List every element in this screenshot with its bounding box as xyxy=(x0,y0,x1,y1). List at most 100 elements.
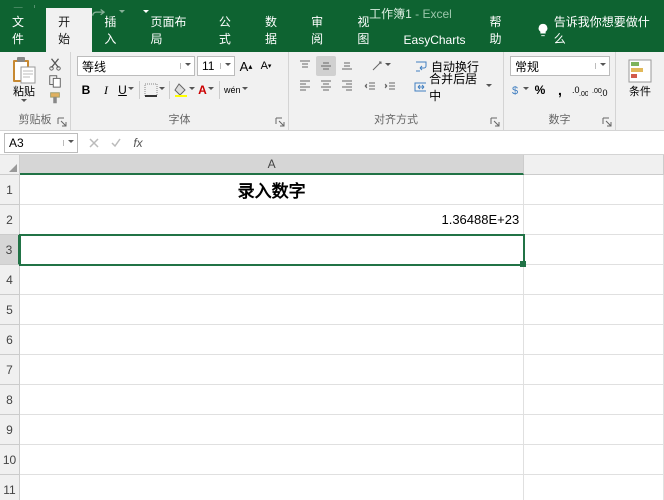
align-top-button[interactable] xyxy=(295,56,315,76)
font-dialog-launcher[interactable] xyxy=(274,116,286,128)
row-header-8[interactable]: 8 xyxy=(0,385,20,415)
redo-menu[interactable] xyxy=(111,2,133,24)
row-header-10[interactable]: 10 xyxy=(0,445,20,475)
name-box[interactable]: A3 xyxy=(4,133,78,153)
cell-a4[interactable] xyxy=(20,265,524,295)
chevron-down-icon[interactable] xyxy=(63,140,77,146)
number-label: 数字 xyxy=(510,110,609,128)
cond-format-icon xyxy=(625,56,655,86)
chevron-down-icon[interactable] xyxy=(220,63,234,69)
cell-b4[interactable] xyxy=(524,265,664,295)
cell-a6[interactable] xyxy=(20,325,524,355)
italic-button[interactable]: I xyxy=(97,80,115,100)
comma-button[interactable]: , xyxy=(551,80,569,100)
underline-button[interactable]: U xyxy=(117,80,135,100)
tab-view[interactable]: 视图 xyxy=(345,8,391,52)
tab-home[interactable]: 开始 xyxy=(46,8,92,52)
format-painter-button[interactable] xyxy=(46,90,64,106)
chevron-down-icon[interactable] xyxy=(180,63,194,69)
insert-function-button[interactable]: fx xyxy=(128,133,148,153)
align-left-button[interactable] xyxy=(295,75,315,95)
increase-indent-button[interactable] xyxy=(381,77,399,97)
align-middle-button[interactable] xyxy=(316,56,336,76)
align-right-button[interactable] xyxy=(337,75,357,95)
cut-button[interactable] xyxy=(46,56,64,72)
font-color-button[interactable]: A xyxy=(197,80,215,100)
number-format-combo[interactable]: 常规 xyxy=(510,56,610,76)
cell-b10[interactable] xyxy=(524,445,664,475)
increase-font-button[interactable]: A▴ xyxy=(237,56,255,76)
cell-b9[interactable] xyxy=(524,415,664,445)
tab-data[interactable]: 数据 xyxy=(253,8,299,52)
orientation-button[interactable] xyxy=(361,56,399,76)
merge-center-button[interactable]: 合并后居中 xyxy=(409,77,497,97)
row-header-11[interactable]: 11 xyxy=(0,475,20,500)
align-bottom-button[interactable] xyxy=(337,56,357,76)
conditional-formatting-button[interactable]: 条件 xyxy=(622,56,658,98)
percent-button[interactable]: % xyxy=(531,80,549,100)
row-header-1[interactable]: 1 xyxy=(0,175,20,205)
row-header-4[interactable]: 4 xyxy=(0,265,20,295)
formula-input[interactable] xyxy=(154,133,664,153)
cell-b1[interactable] xyxy=(524,175,664,205)
font-size-value: 11 xyxy=(198,59,220,73)
cell-a3[interactable] xyxy=(20,235,524,265)
number-dialog-launcher[interactable] xyxy=(601,116,613,128)
cell-b7[interactable] xyxy=(524,355,664,385)
row-header-5[interactable]: 5 xyxy=(0,295,20,325)
phonetic-button[interactable]: wén xyxy=(224,80,248,100)
tab-formulas[interactable]: 公式 xyxy=(207,8,253,52)
decrease-font-button[interactable]: A▾ xyxy=(257,56,275,76)
title-sep: - xyxy=(412,7,423,21)
row-header-2[interactable]: 2 xyxy=(0,205,20,235)
row-header-7[interactable]: 7 xyxy=(0,355,20,385)
cell-a5[interactable] xyxy=(20,295,524,325)
cell-b5[interactable] xyxy=(524,295,664,325)
fill-color-button[interactable] xyxy=(174,80,195,100)
col-header-b[interactable] xyxy=(524,155,664,175)
select-all-button[interactable] xyxy=(0,155,20,175)
spreadsheet-grid[interactable]: A 1 2 3 4 5 6 7 8 9 10 11 录入数字 1.36488E+… xyxy=(0,155,664,500)
tab-easycharts[interactable]: EasyCharts xyxy=(392,28,478,52)
cell-a7[interactable] xyxy=(20,355,524,385)
alignment-dialog-launcher[interactable] xyxy=(489,116,501,128)
tab-page-layout[interactable]: 页面布局 xyxy=(139,8,207,52)
cell-b2[interactable] xyxy=(524,205,664,235)
clipboard-dialog-launcher[interactable] xyxy=(56,116,68,128)
cell-a2[interactable]: 1.36488E+23 xyxy=(20,205,524,235)
cell-b3[interactable] xyxy=(524,235,664,265)
cell-a1[interactable]: 录入数字 xyxy=(20,175,524,205)
cell-b11[interactable] xyxy=(524,475,664,500)
accounting-format-button[interactable]: $ xyxy=(510,80,529,100)
cell-a10[interactable] xyxy=(20,445,524,475)
group-alignment: 自动换行 合并后居中 对齐方式 xyxy=(289,52,504,130)
tab-review[interactable]: 审阅 xyxy=(299,8,345,52)
align-center-button[interactable] xyxy=(316,75,336,95)
cell-a9[interactable] xyxy=(20,415,524,445)
row-header-3[interactable]: 3 xyxy=(0,235,20,265)
tab-help[interactable]: 帮助 xyxy=(478,8,524,52)
tab-file[interactable]: 文件 xyxy=(0,8,46,52)
border-button[interactable] xyxy=(144,80,165,100)
font-size-combo[interactable]: 11 xyxy=(197,56,235,76)
row-header-6[interactable]: 6 xyxy=(0,325,20,355)
decrease-indent-button[interactable] xyxy=(361,77,379,97)
align-buttons xyxy=(295,56,357,93)
copy-button[interactable] xyxy=(46,73,64,89)
tell-me[interactable]: 告诉我你想要做什么 xyxy=(524,8,664,52)
font-family-combo[interactable]: 等线 xyxy=(77,56,195,76)
bold-button[interactable]: B xyxy=(77,80,95,100)
merge-icon xyxy=(414,80,426,94)
cell-a11[interactable] xyxy=(20,475,524,500)
redo-button[interactable] xyxy=(87,2,109,24)
cell-b8[interactable] xyxy=(524,385,664,415)
paste-button[interactable]: 粘贴 xyxy=(6,56,42,105)
increase-decimal-button[interactable]: .0.00 xyxy=(571,80,589,100)
cell-b6[interactable] xyxy=(524,325,664,355)
row-header-9[interactable]: 9 xyxy=(0,415,20,445)
col-header-a[interactable]: A xyxy=(20,155,524,175)
cells: 录入数字 1.36488E+23 xyxy=(20,175,664,500)
cell-a8[interactable] xyxy=(20,385,524,415)
chevron-down-icon[interactable] xyxy=(595,63,609,69)
decrease-decimal-button[interactable]: .00.0 xyxy=(591,80,609,100)
